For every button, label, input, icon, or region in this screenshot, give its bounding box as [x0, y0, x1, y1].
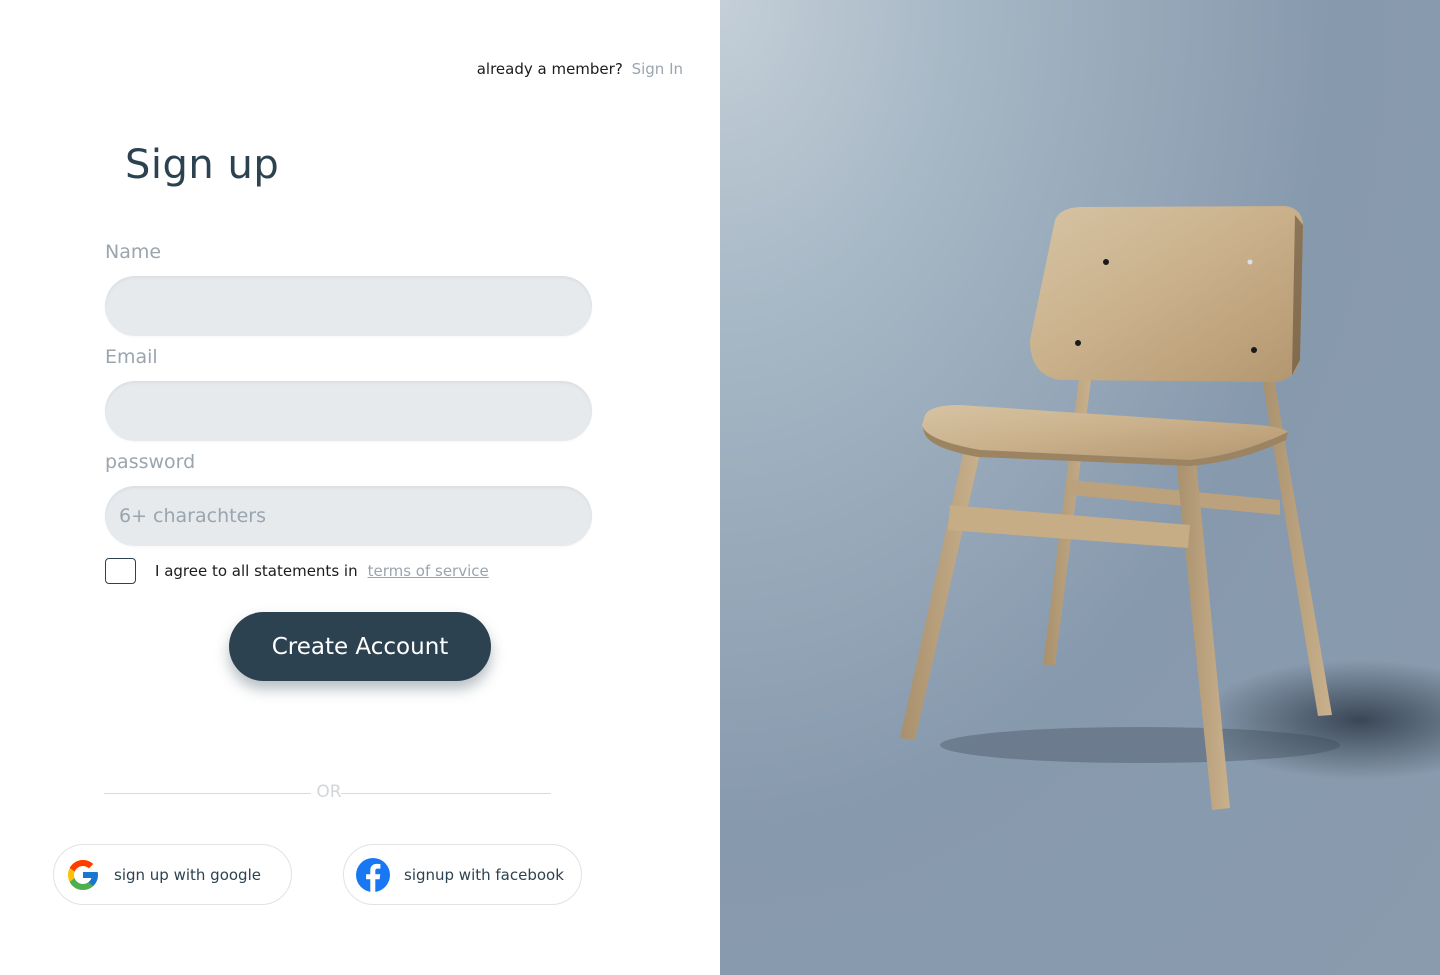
signin-link[interactable]: Sign In — [632, 60, 683, 78]
terms-of-service-link[interactable]: terms of service — [368, 562, 489, 580]
or-divider: OR — [104, 782, 551, 804]
agree-checkbox[interactable] — [105, 558, 136, 584]
email-input[interactable] — [105, 381, 592, 441]
google-icon — [65, 857, 101, 893]
name-input[interactable] — [105, 276, 592, 336]
or-text: OR — [316, 782, 342, 802]
password-input[interactable] — [105, 486, 592, 546]
member-prompt-text: already a member? — [476, 60, 623, 78]
page-title: Sign up — [125, 142, 280, 188]
agree-text: I agree to all statements in — [155, 562, 358, 580]
name-label: Name — [105, 241, 162, 263]
chair-illustration — [900, 206, 1440, 810]
facebook-signup-button[interactable]: signup with facebook — [343, 844, 582, 905]
password-label: password — [105, 451, 196, 473]
divider-line-right — [341, 793, 551, 794]
email-label: Email — [105, 346, 158, 368]
member-prompt-line: already a member? Sign In — [477, 60, 683, 78]
facebook-signup-label: signup with facebook — [404, 865, 564, 884]
terms-agreement-row: I agree to all statements in terms of se… — [105, 557, 489, 585]
facebook-icon — [355, 857, 391, 893]
google-signup-button[interactable]: sign up with google — [53, 844, 292, 905]
signup-panel: already a member? Sign In Sign up Name E… — [0, 0, 720, 975]
chair-photo — [720, 0, 1440, 975]
divider-line-left — [104, 793, 311, 794]
google-signup-label: sign up with google — [114, 865, 261, 884]
create-account-button[interactable]: Create Account — [229, 612, 491, 681]
